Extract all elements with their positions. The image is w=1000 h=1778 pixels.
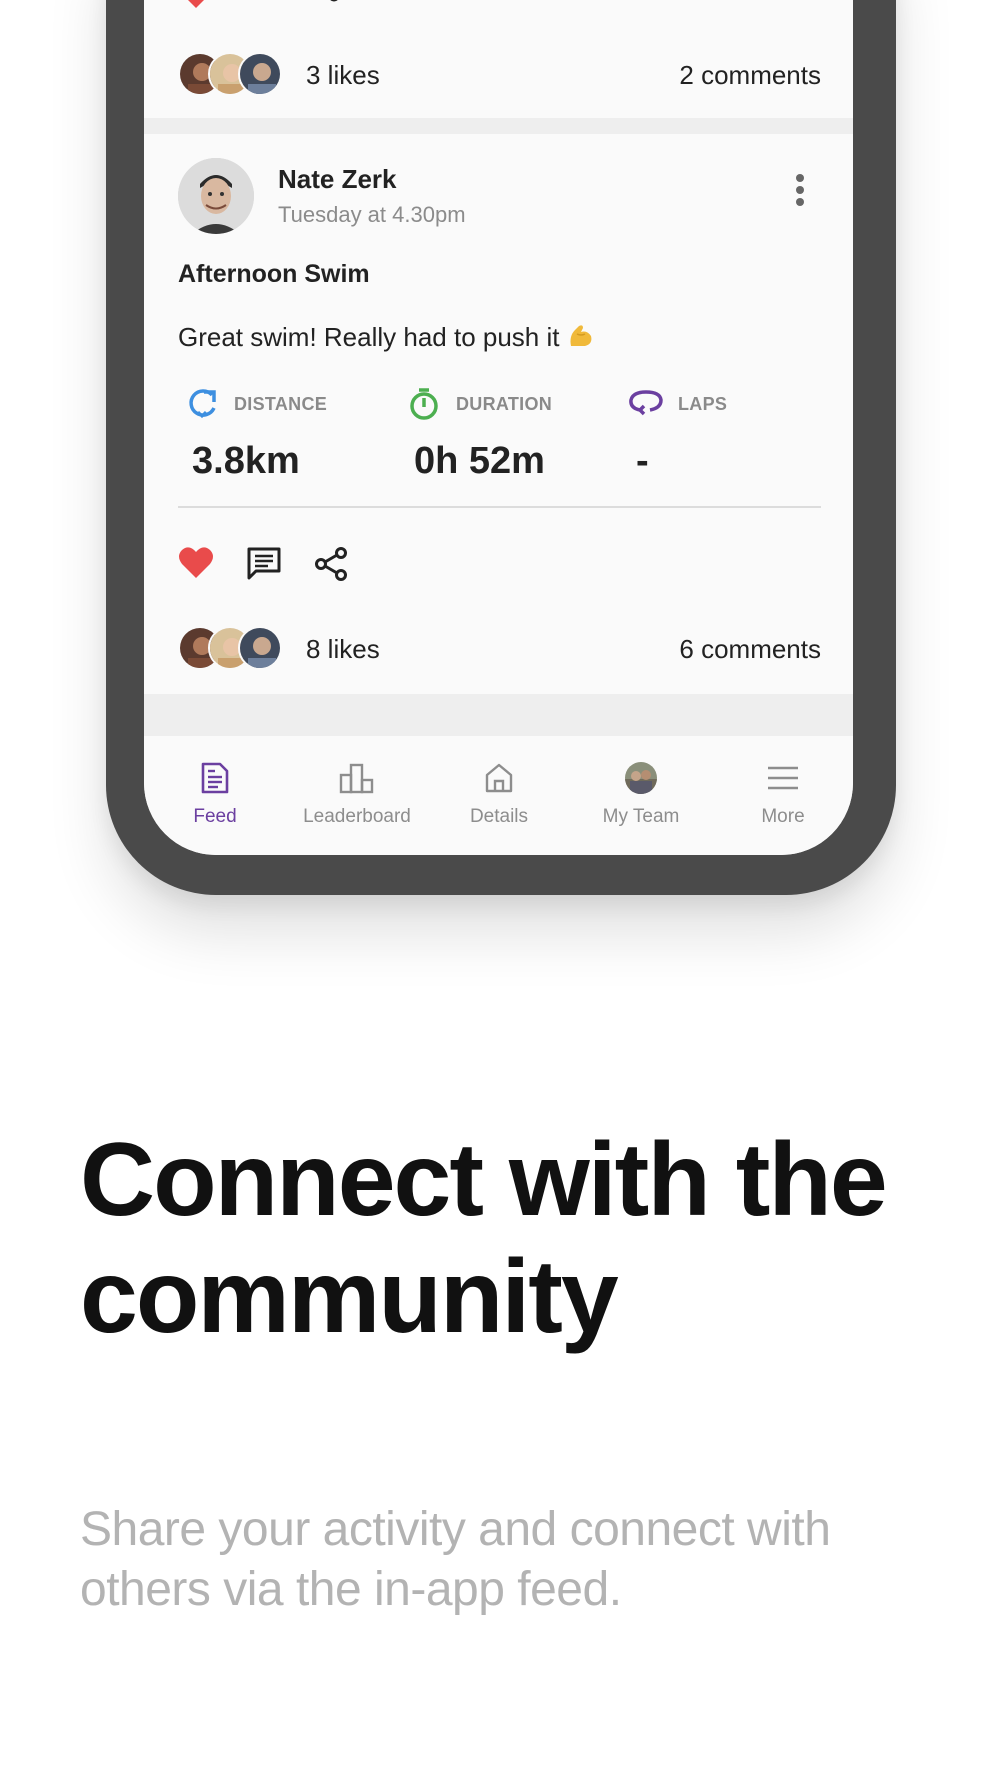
- comment-button[interactable]: [246, 546, 282, 587]
- home-icon: [485, 763, 513, 793]
- post-body: Great swim! Really had to push it: [178, 322, 595, 357]
- previous-post-likes-row: 3 likes 2 comments: [178, 52, 821, 96]
- divider: [178, 506, 821, 508]
- post-author-name[interactable]: Nate Zerk: [278, 164, 397, 195]
- post-timestamp: Tuesday at 4.30pm: [278, 202, 466, 227]
- tab-label: Leaderboard: [303, 806, 411, 827]
- like-button[interactable]: [178, 546, 214, 585]
- tab-label: Feed: [193, 806, 237, 827]
- previous-post-card: 3 likes 2 comments: [144, 0, 853, 118]
- tab-my-team[interactable]: My Team: [570, 758, 712, 838]
- stat-value: 3.8km: [192, 440, 300, 482]
- flexed-biceps-icon: [567, 322, 595, 357]
- tab-more[interactable]: More: [712, 758, 853, 838]
- distance-icon: [189, 389, 216, 419]
- post-likes-row: 8 likes 6 comments: [178, 626, 821, 670]
- tab-details[interactable]: Details: [428, 758, 570, 838]
- stat-label: DURATION: [456, 394, 553, 414]
- avatar: [238, 626, 282, 670]
- post-card: Nate Zerk Tuesday at 4.30pm Afternoon Sw…: [144, 134, 853, 694]
- stopwatch-icon: [410, 388, 438, 420]
- comments-count[interactable]: 2 comments: [679, 60, 821, 91]
- post-body-text: Great swim! Really had to push it: [178, 322, 560, 352]
- tab-label: Details: [469, 806, 529, 827]
- stat-label: LAPS: [678, 394, 728, 414]
- feed-icon: [201, 762, 229, 794]
- share-icon: [315, 547, 347, 581]
- tab-feed[interactable]: Feed: [144, 758, 286, 838]
- post-title: Afternoon Swim: [178, 260, 370, 288]
- bottom-tab-bar: Feed Leaderboard Details My Team More: [144, 736, 853, 855]
- share-button[interactable]: [314, 546, 348, 587]
- stat-value: 0h 52m: [414, 440, 545, 482]
- stat-value: -: [636, 440, 649, 482]
- phone-screen: 3 likes 2 comments Nate Zerk Tuesday at …: [144, 0, 853, 855]
- leaderboard-icon: [339, 763, 374, 794]
- comment-icon: [247, 547, 281, 580]
- likes-count[interactable]: 8 likes: [306, 634, 380, 665]
- laps-icon: [629, 390, 663, 416]
- tab-label: More: [761, 806, 805, 827]
- marketing-subtext: Share your activity and connect with oth…: [80, 1503, 831, 1616]
- liker-avatars[interactable]: [178, 626, 288, 670]
- tab-leaderboard[interactable]: Leaderboard: [286, 758, 428, 838]
- heart-icon[interactable]: [178, 0, 214, 8]
- menu-icon: [768, 766, 798, 790]
- avatar: [238, 52, 282, 96]
- stat-label: DISTANCE: [234, 394, 328, 414]
- likes-count[interactable]: 3 likes: [306, 60, 380, 91]
- marketing-headline: Connect with the community: [80, 1122, 888, 1355]
- avatar[interactable]: [178, 158, 254, 234]
- comments-count[interactable]: 6 comments: [679, 634, 821, 665]
- heart-icon: [179, 547, 213, 578]
- comment-icon[interactable]: [246, 0, 280, 8]
- more-options-icon[interactable]: [790, 174, 810, 210]
- share-icon[interactable]: [310, 0, 340, 8]
- tab-label: My Team: [602, 806, 680, 827]
- team-avatar: [625, 762, 657, 794]
- liker-avatars[interactable]: [178, 52, 288, 96]
